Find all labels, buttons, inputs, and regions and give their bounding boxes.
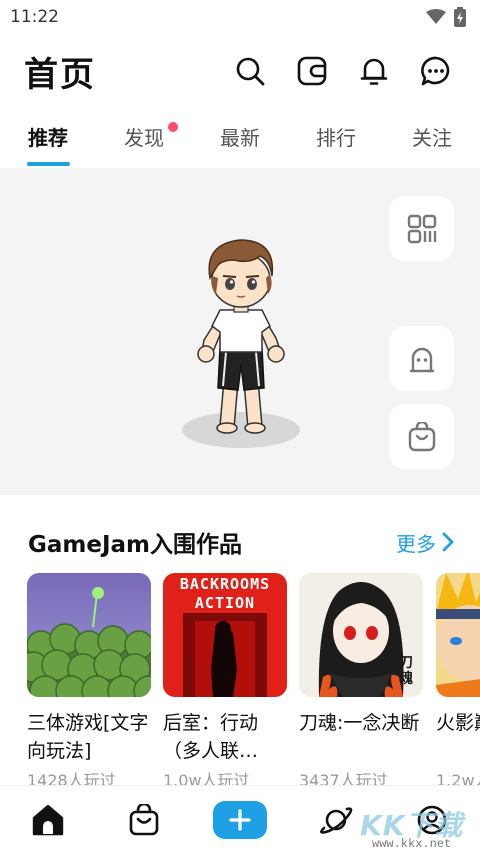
- plus-icon: [229, 808, 251, 831]
- cover-title-text: 刀魂: [399, 655, 413, 687]
- game-cover-image: BACKROOMS ACTION: [163, 573, 287, 697]
- game-title: 火影巅峰: [436, 712, 480, 734]
- nav-home[interactable]: [18, 790, 78, 850]
- qr-code-icon: [407, 214, 436, 243]
- wallet-icon: [297, 56, 327, 86]
- tab-ranking[interactable]: 排行: [288, 110, 384, 168]
- search-icon: [236, 57, 265, 86]
- header-actions: [230, 51, 456, 91]
- tab-following[interactable]: 关注: [384, 110, 480, 168]
- status-icons: [426, 7, 466, 27]
- game-list: 三体游戏[文字向玩法] 1428人玩过 BACKROOMS ACTION 后室：…: [27, 573, 480, 785]
- game-play-count: 1428人玩过: [27, 771, 116, 785]
- game-card[interactable]: 火影巅峰 1.2w人玩过: [436, 573, 480, 785]
- game-title: 刀魂:一念决断: [299, 712, 420, 734]
- game-card[interactable]: 刀魂 刀魂:一念决断 3437人玩过: [299, 573, 423, 785]
- game-cover-image: [436, 573, 480, 697]
- watermark-url: www.kkx.net: [372, 837, 452, 851]
- wallet-button[interactable]: [292, 51, 332, 91]
- game-title: 后室：行动（多人联…: [163, 712, 259, 762]
- message-button[interactable]: [416, 51, 456, 91]
- game-play-count: 3437人玩过: [299, 771, 388, 785]
- face-edit-button[interactable]: [389, 326, 454, 391]
- create-button[interactable]: [213, 800, 267, 839]
- game-card[interactable]: 三体游戏[文字向玩法] 1428人玩过: [27, 573, 151, 785]
- message-icon: [421, 56, 450, 86]
- bag-icon: [129, 803, 159, 835]
- wifi-icon: [426, 9, 446, 24]
- bell-icon: [360, 58, 388, 85]
- chevron-right-icon: [442, 532, 454, 552]
- avatar-character[interactable]: [190, 230, 290, 440]
- home-icon: [32, 804, 64, 835]
- nav-create[interactable]: [210, 790, 270, 850]
- game-card[interactable]: BACKROOMS ACTION 后室：行动（多人联… 1.0w人玩过: [163, 573, 287, 785]
- discover-badge-dot: [168, 122, 178, 132]
- header: 首页: [0, 40, 480, 102]
- qr-code-button[interactable]: [389, 196, 454, 261]
- game-cover-image: 刀魂: [299, 573, 423, 697]
- game-play-count: 1.0w人玩过: [163, 771, 250, 785]
- section-title: GameJam入围作品: [28, 532, 243, 558]
- more-label: 更多: [396, 531, 436, 556]
- status-time: 11:22: [10, 7, 59, 27]
- game-title: 三体游戏[文字向玩法]: [27, 712, 149, 762]
- nav-shop[interactable]: [114, 790, 174, 850]
- status-bar: 11:22: [0, 0, 480, 34]
- avatar-shop-button[interactable]: [389, 404, 454, 469]
- cover-title-text: BACKROOMS ACTION: [179, 575, 271, 612]
- search-button[interactable]: [230, 51, 270, 91]
- tab-recommend[interactable]: 推荐: [0, 110, 96, 168]
- more-link[interactable]: 更多: [396, 528, 454, 557]
- watermark: KK下载 www.kkx.net: [350, 796, 480, 853]
- active-tab-indicator: [27, 162, 70, 166]
- gamejam-section-header: GameJam入围作品 更多: [0, 520, 480, 564]
- tab-latest[interactable]: 最新: [192, 110, 288, 168]
- battery-icon: [454, 7, 466, 27]
- avatar-showcase: [0, 168, 480, 495]
- tab-discover[interactable]: 发现: [96, 110, 192, 168]
- game-play-count: 1.2w人玩过: [436, 771, 480, 785]
- shop-bag-icon: [408, 421, 435, 451]
- planet-icon: [320, 806, 353, 834]
- avatar-face-icon: [409, 347, 434, 372]
- notification-button[interactable]: [354, 51, 394, 91]
- page-title: 首页: [24, 54, 96, 95]
- tab-bar: 推荐 发现 最新 排行 关注: [0, 110, 480, 168]
- game-cover-image: [27, 573, 151, 697]
